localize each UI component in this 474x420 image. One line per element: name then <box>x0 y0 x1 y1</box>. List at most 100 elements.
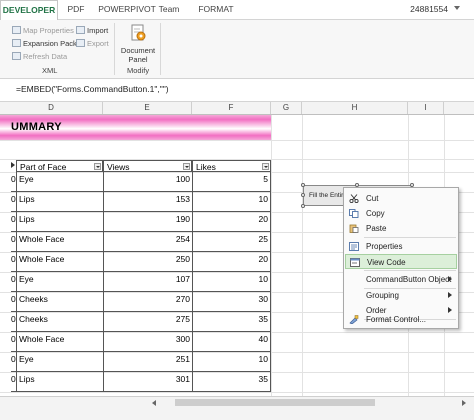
status-bar <box>0 409 474 420</box>
cell-views[interactable]: 100 <box>103 172 192 192</box>
cell-likes[interactable]: 20 <box>192 252 271 272</box>
export-button[interactable]: Export <box>76 39 109 48</box>
table-row[interactable]: 0 Cheeks 270 30 <box>0 292 271 312</box>
account-chevron-down-icon[interactable] <box>454 6 460 10</box>
table-row[interactable]: 0 Eye 251 10 <box>0 352 271 372</box>
column-header-d[interactable]: D <box>0 102 103 114</box>
tab-developer[interactable]: DEVELOPER <box>0 0 58 21</box>
cell-views[interactable]: 153 <box>103 192 192 212</box>
cell-views[interactable]: 250 <box>103 252 192 272</box>
cell-likes[interactable]: 40 <box>192 332 271 352</box>
menu-item-format-control[interactable]: Format Control... <box>345 312 457 327</box>
menu-item-format-control-label: Format Control... <box>366 315 427 324</box>
cell-part-of-face[interactable]: Cheeks <box>16 312 103 332</box>
ribbon: Map Properties Expansion Packs Refresh D… <box>0 20 474 79</box>
table-row[interactable]: 0 Lips 301 35 <box>0 372 271 392</box>
cell-views[interactable]: 251 <box>103 352 192 372</box>
filter-dropdown-icon[interactable] <box>94 163 101 170</box>
cell-part-of-face[interactable]: Eye <box>16 172 103 192</box>
table-row[interactable]: 0 Lips 153 10 <box>0 192 271 212</box>
cell-likes[interactable]: 35 <box>192 312 271 332</box>
header-views-label: Views <box>107 162 130 172</box>
table-row[interactable]: 0 Eye 107 10 <box>0 272 271 292</box>
cell-likes[interactable]: 10 <box>192 272 271 292</box>
filter-dropdown-icon[interactable] <box>262 163 269 170</box>
xml-group-label: XML <box>42 66 58 75</box>
cell-views[interactable]: 301 <box>103 372 192 392</box>
table-row[interactable]: 0 Eye 100 5 <box>0 172 271 192</box>
cell-part-of-face[interactable]: Whole Face <box>16 232 103 252</box>
scrollbar-thumb[interactable] <box>175 399 375 406</box>
scroll-right-icon[interactable] <box>462 400 466 406</box>
cell-likes[interactable]: 10 <box>192 352 271 372</box>
menu-item-grouping[interactable]: Grouping <box>345 288 457 303</box>
table-row[interactable]: 0 Lips 190 20 <box>0 212 271 232</box>
formula-input[interactable]: =EMBED("Forms.CommandButton.1","") <box>16 84 169 94</box>
menu-separator <box>364 270 456 271</box>
menu-item-copy[interactable]: Copy <box>345 206 457 221</box>
cell-likes[interactable]: 35 <box>192 372 271 392</box>
tab-team[interactable]: Team <box>157 0 181 19</box>
cell-likes[interactable]: 30 <box>192 292 271 312</box>
cell-part-of-face[interactable]: Cheeks <box>16 292 103 312</box>
gridline <box>302 115 303 396</box>
column-header-e[interactable]: E <box>103 102 192 114</box>
map-properties-label: Map Properties <box>23 26 74 35</box>
menu-item-view-code[interactable]: View Code <box>345 254 457 269</box>
cell-likes[interactable]: 5 <box>192 172 271 192</box>
cell-views[interactable]: 300 <box>103 332 192 352</box>
cell-likes[interactable]: 20 <box>192 212 271 232</box>
document-panel-button[interactable]: Document Panel <box>118 22 158 66</box>
menu-item-properties-label: Properties <box>366 242 403 251</box>
map-properties-button[interactable]: Map Properties <box>12 26 74 35</box>
import-label: Import <box>87 26 109 35</box>
cell-part-of-face[interactable]: Lips <box>16 372 103 392</box>
tab-format[interactable]: FORMAT <box>196 0 236 19</box>
menu-item-properties[interactable]: Properties <box>345 239 457 254</box>
account-name[interactable]: 24881554 <box>410 0 448 19</box>
menu-item-paste[interactable]: Paste <box>345 221 457 236</box>
cell-views[interactable]: 270 <box>103 292 192 312</box>
column-header-f[interactable]: F <box>192 102 271 114</box>
cell-part-of-face[interactable]: Whole Face <box>16 252 103 272</box>
table-row[interactable]: 0 Cheeks 275 35 <box>0 312 271 332</box>
resize-handle[interactable] <box>301 204 305 208</box>
cell-part-of-face[interactable]: Eye <box>16 352 103 372</box>
refresh-data-button[interactable]: Refresh Data <box>12 52 67 61</box>
cell-part-of-face[interactable]: Eye <box>16 272 103 292</box>
document-panel-label-line2: Panel <box>128 55 148 64</box>
menu-item-cut[interactable]: Cut <box>345 191 457 206</box>
gridline <box>0 392 474 393</box>
table-row[interactable]: 0 Whole Face 254 25 <box>0 232 271 252</box>
menu-item-paste-label: Paste <box>366 224 387 233</box>
chevron-right-icon <box>11 162 15 168</box>
import-button[interactable]: Import <box>76 26 108 35</box>
cell-part-of-face[interactable]: Lips <box>16 212 103 232</box>
menu-item-commandbutton-object[interactable]: CommandButton Object <box>345 272 457 287</box>
filter-dropdown-icon[interactable] <box>183 163 190 170</box>
ribbon-tab-bar: DEVELOPER PDF POWERPIVOT Team FORMAT 248… <box>0 0 474 21</box>
resize-handle[interactable] <box>301 183 305 187</box>
scroll-left-icon[interactable] <box>152 400 156 406</box>
export-label: Export <box>87 39 109 48</box>
column-header-h[interactable]: H <box>302 102 408 114</box>
tab-pdf[interactable]: PDF <box>60 0 92 19</box>
cell-views[interactable]: 254 <box>103 232 192 252</box>
cell-likes[interactable]: 10 <box>192 192 271 212</box>
cell-part-of-face[interactable]: Lips <box>16 192 103 212</box>
formula-bar[interactable]: =EMBED("Forms.CommandButton.1","") <box>0 79 474 102</box>
cell-views[interactable]: 190 <box>103 212 192 232</box>
table-row[interactable]: 0 Whole Face 250 20 <box>0 252 271 272</box>
tab-powerpivot[interactable]: POWERPIVOT <box>97 0 157 19</box>
column-header-i[interactable]: I <box>408 102 444 114</box>
cell-part-of-face[interactable]: Whole Face <box>16 332 103 352</box>
column-header-blank[interactable] <box>444 102 474 114</box>
table-row[interactable]: 0 Whole Face 300 40 <box>0 332 271 352</box>
cell-views[interactable]: 107 <box>103 272 192 292</box>
cell-views[interactable]: 275 <box>103 312 192 332</box>
cell-likes[interactable]: 25 <box>192 232 271 252</box>
column-header-g[interactable]: G <box>271 102 302 114</box>
expansion-packs-button[interactable]: Expansion Packs <box>12 39 81 48</box>
resize-handle[interactable] <box>301 193 305 197</box>
horizontal-scrollbar[interactable] <box>0 396 474 409</box>
